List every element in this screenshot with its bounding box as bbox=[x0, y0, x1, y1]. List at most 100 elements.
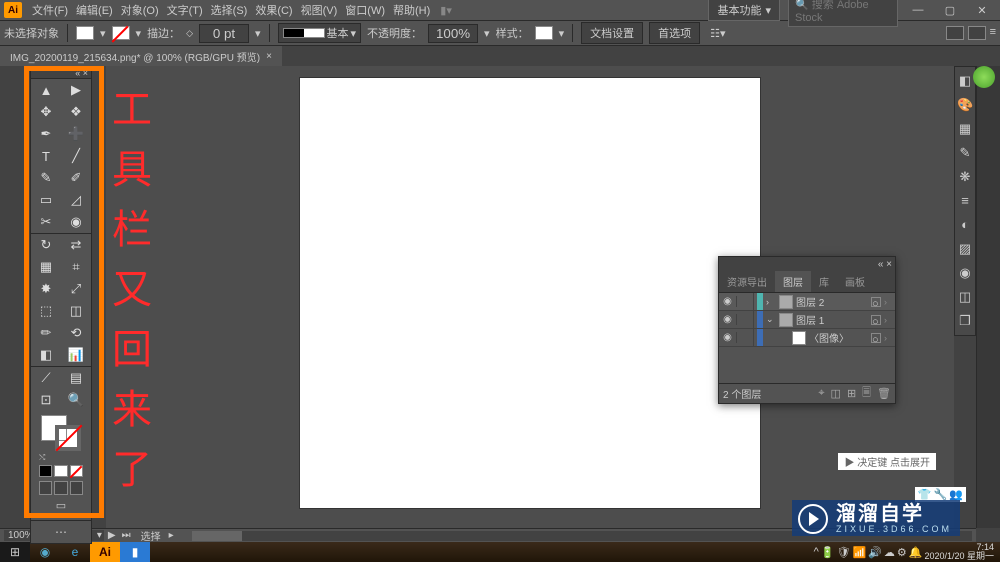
transparency-panel-icon[interactable]: ▨ bbox=[957, 241, 973, 257]
target-indicator[interactable]: ○ bbox=[871, 315, 881, 325]
artboard[interactable] bbox=[300, 78, 760, 508]
layer-name[interactable]: 图层 1 bbox=[796, 312, 868, 327]
color-panel-icon[interactable]: 🎨 bbox=[957, 97, 973, 113]
tool-button[interactable]: ✎ bbox=[31, 167, 61, 189]
stroke-swatch[interactable] bbox=[112, 26, 130, 40]
tool-button[interactable]: ⊡ bbox=[31, 389, 61, 411]
tool-button[interactable]: ⬚ bbox=[31, 300, 61, 322]
graphic-style-dd-icon[interactable]: ▾ bbox=[559, 27, 565, 40]
close-button[interactable]: ✕ bbox=[970, 4, 994, 17]
graphic-style-swatch[interactable] bbox=[535, 26, 553, 40]
color-mode-button[interactable] bbox=[39, 465, 52, 477]
brushes-panel-icon[interactable]: ✎ bbox=[957, 145, 973, 161]
swatch-dd-icon[interactable]: ▾ bbox=[100, 27, 106, 40]
make-clipping-mask-icon[interactable]: ◫ bbox=[831, 387, 841, 400]
panel-menu-icon[interactable]: ≡ bbox=[990, 26, 996, 40]
layer-row[interactable]: ◉⌄图层 1○› bbox=[719, 311, 895, 329]
stroke-dd-icon[interactable]: ▾ bbox=[255, 27, 261, 40]
lock-toggle[interactable] bbox=[740, 329, 754, 346]
document-tab[interactable]: IMG_20200119_215634.png* @ 100% (RGB/GPU… bbox=[0, 46, 282, 66]
layers-panel-icon[interactable]: ❐ bbox=[957, 313, 973, 329]
tool-button[interactable]: ◫ bbox=[61, 300, 91, 322]
start-button[interactable]: ⊞ bbox=[0, 542, 30, 562]
menu-item[interactable]: 窗口(W) bbox=[341, 0, 389, 20]
stock-search-input[interactable]: 🔍 搜索 Adobe Stock bbox=[788, 0, 898, 27]
opacity-input[interactable] bbox=[428, 24, 478, 43]
scrollbar-thumb[interactable] bbox=[192, 531, 242, 541]
document-setup-button[interactable]: 文档设置 bbox=[581, 22, 643, 44]
tool-button[interactable]: ✂ bbox=[31, 211, 61, 233]
tool-button[interactable]: ↻ bbox=[31, 234, 61, 256]
tool-button[interactable]: 🔍 bbox=[61, 389, 91, 411]
tool-button[interactable]: ⟋ bbox=[31, 367, 61, 389]
tool-button[interactable]: ⤢ bbox=[61, 278, 91, 300]
visibility-toggle[interactable]: ◉ bbox=[719, 332, 737, 343]
visibility-toggle[interactable]: ◉ bbox=[719, 296, 737, 307]
tool-button[interactable]: T bbox=[31, 145, 61, 167]
next-artboard-button[interactable]: ▶ bbox=[106, 530, 118, 541]
taskbar-clock[interactable]: 7:14 2020/1/20 星期一 bbox=[924, 543, 994, 561]
expand-toggle[interactable]: › bbox=[766, 297, 776, 307]
arrange-icon[interactable] bbox=[946, 26, 964, 40]
new-layer-icon[interactable]: 🗏 bbox=[862, 384, 871, 403]
none-mode-button[interactable] bbox=[70, 465, 83, 477]
menu-item[interactable]: 文字(T) bbox=[163, 0, 207, 20]
stepper-down-icon[interactable]: ◇ bbox=[186, 28, 193, 39]
layer-name[interactable]: 图层 2 bbox=[796, 294, 868, 309]
swap-icon[interactable]: ⤭ bbox=[39, 453, 45, 463]
tool-button[interactable]: ▭ bbox=[31, 189, 61, 211]
draw-inside-button[interactable] bbox=[70, 481, 83, 495]
system-tray[interactable]: ^🔋🛡📶🔊☁⚙🔔 bbox=[814, 546, 923, 559]
swatches-panel-icon[interactable]: ▦ bbox=[957, 121, 973, 137]
tool-button[interactable]: ╱ bbox=[61, 145, 91, 167]
tool-button[interactable]: ✥ bbox=[31, 101, 61, 123]
target-indicator[interactable]: ○ bbox=[871, 333, 881, 343]
menu-item[interactable]: 编辑(E) bbox=[72, 0, 117, 20]
arrange-icon[interactable] bbox=[968, 26, 986, 40]
properties-panel-icon[interactable]: ◧ bbox=[957, 73, 973, 89]
tool-button[interactable]: 📊 bbox=[61, 344, 91, 366]
create-sublayer-icon[interactable]: ⊞ bbox=[847, 387, 856, 400]
menu-item[interactable]: 视图(V) bbox=[297, 0, 342, 20]
tool-button[interactable]: ◿ bbox=[61, 189, 91, 211]
symbols-panel-icon[interactable]: ❋ bbox=[957, 169, 973, 185]
panel-tab[interactable]: 画板 bbox=[837, 271, 873, 292]
edit-toolbar-button[interactable]: ⋯ bbox=[31, 520, 91, 543]
tool-button[interactable]: ✏ bbox=[31, 322, 61, 344]
lock-toggle[interactable] bbox=[740, 293, 754, 310]
fill-stroke-control[interactable] bbox=[41, 415, 81, 451]
status-dd-icon[interactable]: ▸ bbox=[169, 530, 174, 541]
panel-tab[interactable]: 库 bbox=[811, 271, 837, 292]
screen-mode-button[interactable]: ▭ bbox=[35, 499, 87, 516]
workspace-switcher[interactable]: 基本功能 ▾ bbox=[708, 0, 780, 21]
expand-toggle[interactable]: ⌄ bbox=[766, 314, 776, 325]
stroke-panel-icon[interactable]: ≡ bbox=[957, 193, 973, 209]
tool-button[interactable]: ✐ bbox=[61, 167, 91, 189]
taskbar-app[interactable]: ◉ bbox=[30, 542, 60, 562]
tool-button[interactable]: ⟲ bbox=[61, 322, 91, 344]
menu-item[interactable]: 帮助(H) bbox=[389, 0, 434, 20]
delete-layer-icon[interactable]: 🗑 bbox=[877, 387, 891, 400]
locate-layer-icon[interactable]: ⌖ bbox=[818, 387, 824, 400]
panel-tab[interactable]: 资源导出 bbox=[719, 271, 775, 292]
gradient-mode-button[interactable] bbox=[54, 465, 67, 477]
graphic-styles-panel-icon[interactable]: ◫ bbox=[957, 289, 973, 305]
tool-button[interactable]: ❖ bbox=[61, 101, 91, 123]
visibility-toggle[interactable]: ◉ bbox=[719, 314, 737, 325]
layer-row[interactable]: ◉›图层 2○› bbox=[719, 293, 895, 311]
brush-style-dropdown[interactable]: 基本 ▾ bbox=[278, 23, 362, 43]
taskbar-app[interactable]: ▮ bbox=[120, 542, 150, 562]
menu-item[interactable]: 效果(C) bbox=[251, 0, 296, 20]
appearance-panel-icon[interactable]: ◉ bbox=[957, 265, 973, 281]
tool-button[interactable]: ⇄ bbox=[61, 234, 91, 256]
panel-collapse-button[interactable]: « × bbox=[31, 67, 91, 79]
panel-tab[interactable]: 图层 bbox=[775, 271, 811, 292]
align-icon[interactable]: ☷▾ bbox=[710, 27, 725, 40]
draw-behind-button[interactable] bbox=[54, 481, 67, 495]
tool-button[interactable]: ◧ bbox=[31, 344, 61, 366]
taskbar-app-ie[interactable]: e bbox=[60, 542, 90, 562]
swatch-dd-icon[interactable]: ▾ bbox=[136, 27, 142, 40]
tool-button[interactable]: ▶ bbox=[61, 79, 91, 101]
tool-button[interactable]: ⌗ bbox=[61, 256, 91, 278]
layer-name[interactable]: 〈图像〉 bbox=[809, 330, 868, 345]
